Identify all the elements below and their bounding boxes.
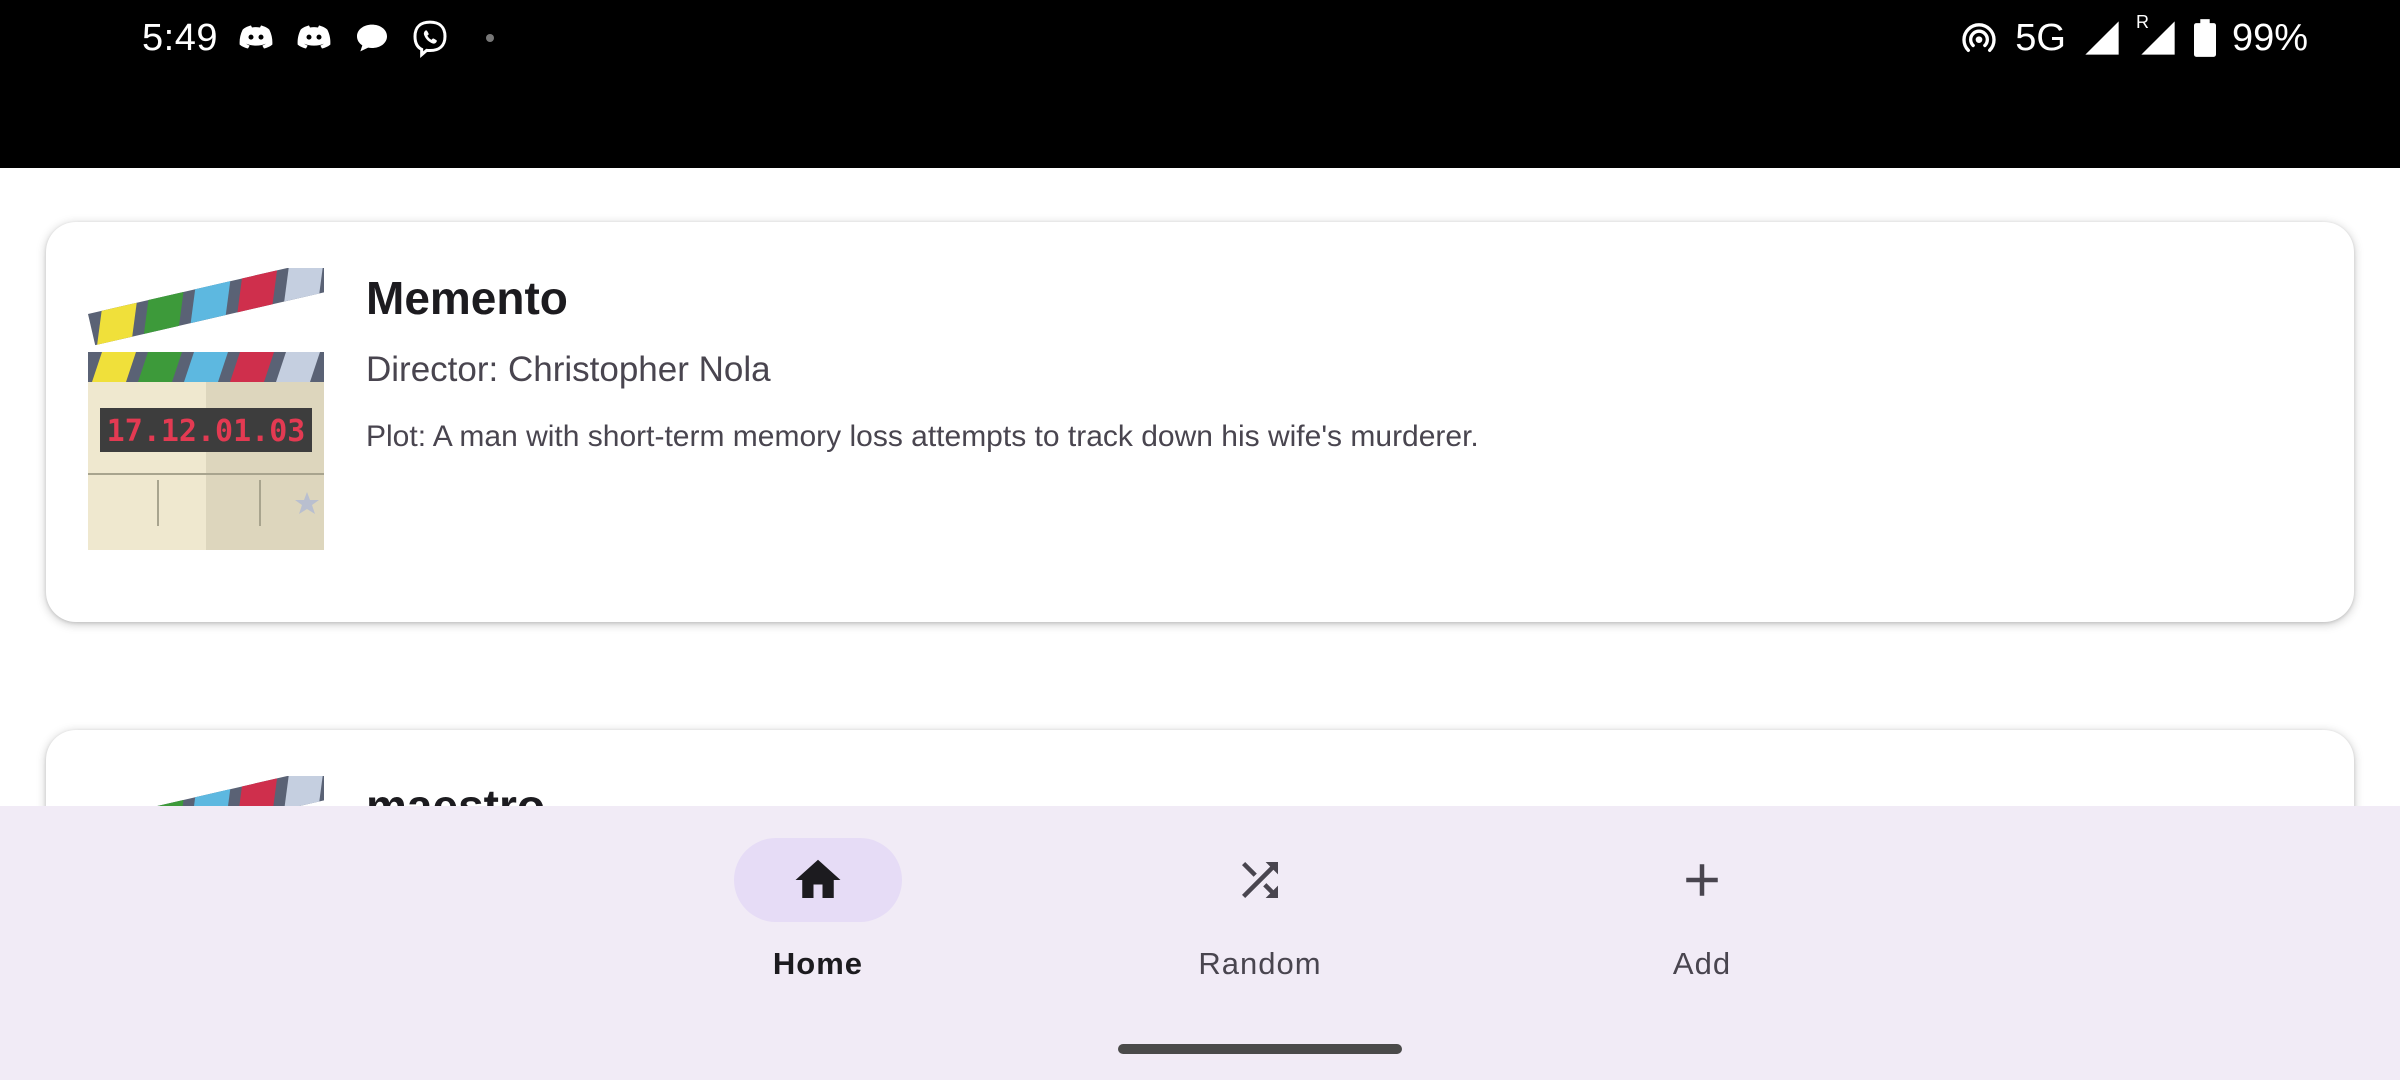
clapperboard-icon: [88, 776, 324, 806]
discord-icon: [297, 25, 331, 49]
status-left: 5:49: [142, 16, 494, 60]
poster-timecode: 17.12.01.03: [107, 414, 306, 449]
movie-info: Memento Director: Christopher Nola Plot:…: [366, 270, 2314, 456]
nav-add[interactable]: Add: [1592, 838, 1812, 998]
movie-director: Director: Christopher Nola: [366, 350, 771, 389]
notification-dot: [485, 34, 494, 42]
nav-home[interactable]: Home: [708, 838, 928, 998]
nav-home-indicator[interactable]: [734, 838, 902, 922]
battery-percent: 99%: [2231, 16, 2308, 59]
roaming-indicator: R: [2135, 12, 2149, 32]
signal-roaming-group: R: [2136, 12, 2178, 58]
nav-add-indicator[interactable]: [1618, 838, 1786, 922]
battery-icon: [2193, 19, 2216, 57]
nav-random-indicator[interactable]: [1176, 838, 1344, 922]
plus-icon: [1686, 864, 1718, 896]
chat-bubble-icon: [356, 24, 387, 52]
nav-random-label: Random: [1198, 946, 1322, 981]
home-icon: [795, 859, 841, 898]
movie-title: maestro: [366, 780, 545, 806]
bottom-navigation: Home Random Add: [0, 806, 2400, 1080]
movie-info: maestro: [366, 778, 2314, 806]
shuffle-icon: [1242, 862, 1278, 898]
discord-icon: [239, 25, 273, 49]
status-right: 5G R 99%: [1959, 12, 2308, 60]
viber-icon: [413, 20, 447, 58]
status-time: 5:49: [142, 16, 218, 59]
movie-card[interactable]: maestro: [46, 730, 2354, 806]
hotspot-icon: [1962, 23, 1996, 52]
movie-title: Memento: [366, 272, 568, 324]
movie-plot: Plot: A man with short-term memory loss …: [366, 420, 1479, 453]
status-bar: 5:49 5G R 99%: [0, 0, 2400, 168]
nav-add-label: Add: [1672, 946, 1732, 981]
clapperboard-icon: 17.12.01.03: [88, 268, 324, 550]
movie-list[interactable]: 17.12.01.03 Memento Director: Christophe…: [0, 168, 2400, 806]
nav-random[interactable]: Random: [1150, 838, 1370, 998]
signal-icon: [2085, 21, 2119, 55]
movie-card[interactable]: 17.12.01.03 Memento Director: Christophe…: [46, 222, 2354, 622]
gesture-handle[interactable]: [1118, 1044, 1402, 1054]
network-type: 5G: [2015, 16, 2066, 59]
nav-home-label: Home: [772, 946, 864, 981]
